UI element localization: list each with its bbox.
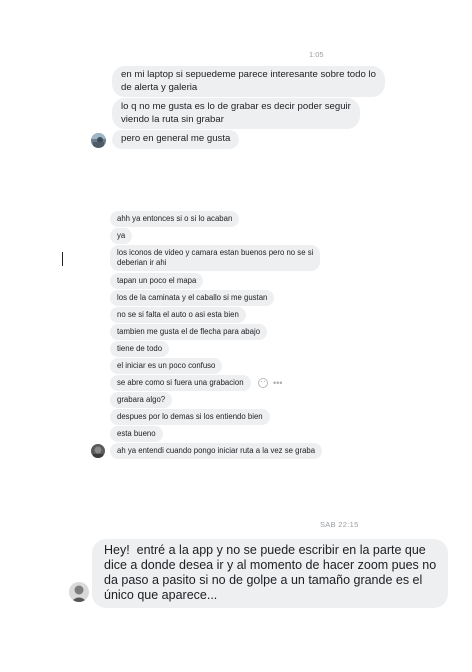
message-bubble: esta bueno [110,426,163,442]
avatar-photo-icon [91,133,106,148]
message-bubble: ah ya entendi cuando pongo iniciar ruta … [110,443,323,459]
message-bubble: no se si falta el auto o asi esta bien [110,307,246,323]
message-bubble: tapan un poco el mapa [110,273,204,289]
message-bubble: el iniciar es un poco confuso [110,358,223,374]
message-bubble: pero en general me gusta [112,130,240,149]
message-bubble: despues por lo demas si los entiendo bie… [110,409,270,425]
avatar-photo-icon [69,582,89,602]
message-bubble: lo q no me gusta es lo de grabar es deci… [112,98,360,129]
message-bubble: Hey! entré a la app y no se puede escrib… [92,539,449,608]
message-bubble: grabara algo? [110,392,173,408]
avatar-photo-icon [91,444,105,458]
timestamp: 1:05 [309,50,324,59]
message-bubble: tambien me gusta el de flecha para abajo [110,324,268,340]
message-bubble: tiene de todo [110,341,170,357]
text-cursor [62,252,63,266]
message-bubble: los iconos de video y camara estan bueno… [110,245,321,271]
avatar[interactable] [69,582,89,602]
message-bubble: en mi laptop si sepuedeme parece interes… [112,66,385,97]
smiley-react-icon[interactable] [258,378,268,388]
avatar[interactable] [91,133,106,148]
avatar[interactable] [91,444,105,458]
message-bubble: los de la caminata y el caballo si me gu… [110,290,275,306]
message-bubble: se abre como si fuera una grabacion [110,375,251,391]
timestamp: SAB 22:15 [320,520,359,529]
message-bubble: ya [110,228,133,244]
more-options-icon[interactable]: ••• [273,378,282,388]
message-bubble: ahh ya entonces si o si lo acaban [110,211,240,227]
message-actions: ••• [258,378,282,388]
